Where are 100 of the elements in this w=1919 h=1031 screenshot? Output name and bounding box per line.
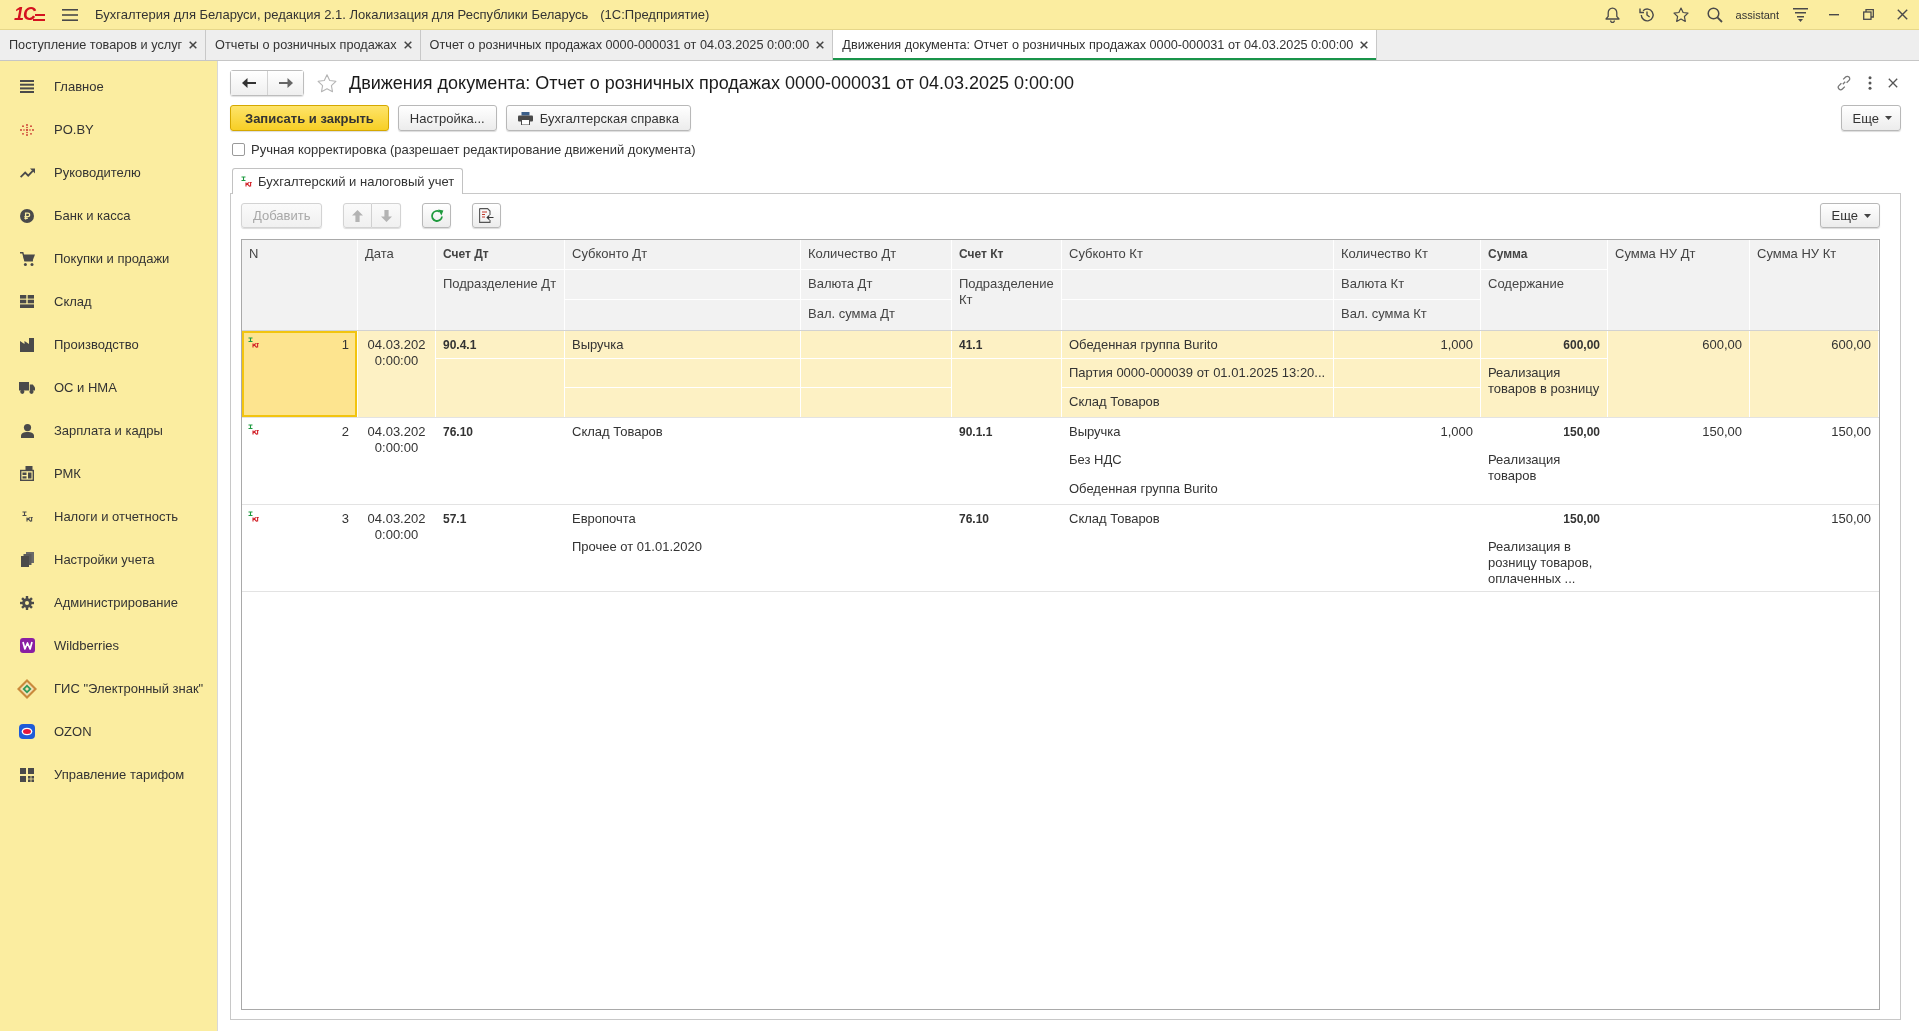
table-cell: Склад Товаров xyxy=(565,418,801,446)
dropdown-menu-icon[interactable] xyxy=(1792,7,1808,22)
save-close-button[interactable]: Записать и закрыть xyxy=(230,105,389,131)
debit-credit-icon xyxy=(241,176,252,187)
bell-icon[interactable] xyxy=(1605,6,1621,23)
table-cell: 04.03.202 0:00:00 xyxy=(358,418,436,504)
row-number: 2 xyxy=(341,424,349,440)
sidebar-item[interactable]: Управление тарифом xyxy=(0,753,209,796)
table-cell: 76.10 xyxy=(436,418,565,446)
checkbox[interactable] xyxy=(232,142,245,156)
table-cell: 90.4.1 xyxy=(436,331,565,359)
menu-icon[interactable] xyxy=(62,8,78,21)
back-button[interactable] xyxy=(231,71,267,95)
sidebar-item[interactable]: ГИС "Электронный знак" xyxy=(0,667,209,710)
close-icon[interactable] xyxy=(1896,9,1908,20)
search-icon[interactable] xyxy=(1706,6,1723,23)
arrow-right-icon xyxy=(278,78,293,88)
import-button[interactable] xyxy=(472,203,502,228)
sidebar-item[interactable]: Покупки и продажи xyxy=(0,237,209,280)
forward-button[interactable] xyxy=(267,71,303,95)
column-header[interactable]: Сумма НУ Дт xyxy=(1608,240,1750,330)
close-icon[interactable] xyxy=(403,41,412,49)
settings-button[interactable]: Настройка... xyxy=(397,105,497,131)
sidebar-item[interactable]: Банк и касса xyxy=(0,194,209,237)
close-icon[interactable] xyxy=(1888,78,1898,88)
sidebar-item[interactable]: Настройки учета xyxy=(0,538,209,581)
sidebar-item[interactable]: ОС и НМА xyxy=(0,366,209,409)
sidebar-item[interactable]: Wildberries xyxy=(0,624,209,667)
sidebar-item[interactable]: Склад xyxy=(0,280,209,323)
caret-icon xyxy=(1864,213,1871,218)
refresh-icon xyxy=(429,208,444,223)
debit-credit-icon xyxy=(248,337,259,348)
documents-icon xyxy=(20,552,34,567)
table-cell: 150,00 xyxy=(1608,418,1750,504)
print-button[interactable]: Бухгалтерская справка xyxy=(505,105,691,131)
checkbox-label[interactable]: Ручная корректировка (разрешает редактирование движений документа) xyxy=(251,141,696,157)
close-icon[interactable] xyxy=(1360,41,1369,49)
column-header[interactable]: Дата xyxy=(358,240,436,330)
sidebar-item[interactable]: Налоги и отчетность xyxy=(0,495,209,538)
column-header[interactable]: Вал. сумма Кт xyxy=(1334,300,1481,330)
user-name[interactable]: assistant xyxy=(1735,8,1779,21)
column-header[interactable]: Подразделение Кт xyxy=(952,270,1062,330)
column-header[interactable]: Субконто Кт xyxy=(1062,240,1334,270)
restore-icon[interactable] xyxy=(1862,9,1874,20)
history-icon[interactable] xyxy=(1638,6,1655,23)
sidebar-item[interactable]: OZON xyxy=(0,710,209,753)
close-icon[interactable] xyxy=(189,41,198,49)
table-cell: Партия 0000-000039 от 01.01.2025 13:20... xyxy=(1062,359,1334,388)
column-header[interactable]: Счет Дт xyxy=(436,240,565,270)
table-cell: 57.1 xyxy=(436,505,565,533)
refresh-button[interactable] xyxy=(422,203,452,228)
star-icon[interactable] xyxy=(1672,6,1689,23)
table-cell: 150,00 xyxy=(1481,505,1608,533)
table-cell: Выручка xyxy=(565,331,801,359)
column-header[interactable]: Количество Кт xyxy=(1334,240,1481,270)
table-cell: 600,00 xyxy=(1481,331,1608,359)
window-title: Бухгалтерия для Беларуси, редакция 2.1. Локализация для Республики Беларусь xyxy=(95,7,589,22)
sidebar-item[interactable]: Зарплата и кадры xyxy=(0,409,209,452)
sidebar-item[interactable]: Администрирование xyxy=(0,581,209,624)
close-icon[interactable] xyxy=(816,41,825,49)
more-button[interactable]: Еще xyxy=(1840,105,1901,131)
table-cell: Прочее от 01.01.2020 xyxy=(565,533,801,562)
tiles-icon xyxy=(20,767,34,782)
window-tab[interactable]: Поступление товаров и услуг xyxy=(0,30,207,60)
list-icon xyxy=(20,80,34,93)
platform-label: (1С:Предприятие) xyxy=(600,7,710,22)
column-header[interactable]: Валюта Дт xyxy=(801,270,952,300)
column-header[interactable]: Сумма НУ Кт xyxy=(1750,240,1879,330)
sidebar-item[interactable]: Руководителю xyxy=(0,151,209,194)
sidebar-item[interactable]: РМК xyxy=(0,452,209,495)
column-header[interactable]: Валюта Кт xyxy=(1334,270,1481,300)
window-tab[interactable]: Движения документа: Отчет о розничных продажах 0000-000031 от 04.03.2025 0:00:00 xyxy=(833,30,1378,60)
sidebar-item[interactable]: Главное xyxy=(0,65,209,108)
grid-icon xyxy=(20,295,34,308)
tab[interactable]: Бухгалтерский и налоговый учет xyxy=(232,168,464,194)
table-cell: 150,00 xyxy=(1750,418,1879,504)
window-tab[interactable]: Отчеты о розничных продажах xyxy=(206,30,421,60)
column-header[interactable]: Субконто Дт xyxy=(565,240,801,270)
debit-credit-icon xyxy=(248,511,259,522)
column-header[interactable]: Подразделение Дт xyxy=(436,270,565,330)
column-header[interactable]: Счет Кт xyxy=(952,240,1062,270)
column-header[interactable]: Сумма xyxy=(1481,240,1608,270)
sidebar-item[interactable]: PO.BY xyxy=(0,108,209,151)
zigzag-tile-icon xyxy=(19,638,35,653)
table-cell: 1,000 xyxy=(1334,418,1481,446)
link-icon[interactable] xyxy=(1836,75,1852,91)
column-header[interactable]: N xyxy=(242,240,358,330)
arrow-left-icon xyxy=(242,78,256,88)
minimize-icon[interactable] xyxy=(1829,13,1839,16)
column-header[interactable]: Вал. сумма Дт xyxy=(801,300,952,330)
column-header[interactable]: Количество Дт xyxy=(801,240,952,270)
more-button[interactable]: Еще xyxy=(1819,203,1880,228)
column-header[interactable]: Содержание xyxy=(1481,270,1608,330)
more-icon[interactable] xyxy=(1868,76,1872,90)
table-cell: Без НДС xyxy=(1062,446,1334,475)
table-row[interactable]: 1 04.03.202 0:00:00 90.4.1 Выручка 41.1 Обеденная группа Burito Партия 0000-000039 от 01.01.2025 13:20... Склад Товаров 1,000 600,00 Реализация товаров в розницу 600,00 600,00 xyxy=(242,331,1879,418)
star-icon[interactable] xyxy=(317,73,337,93)
table-cell: 76.10 xyxy=(952,505,1062,533)
sidebar-item[interactable]: Производство xyxy=(0,323,209,366)
table-cell: Реализация товаров в розницу xyxy=(1481,359,1608,417)
